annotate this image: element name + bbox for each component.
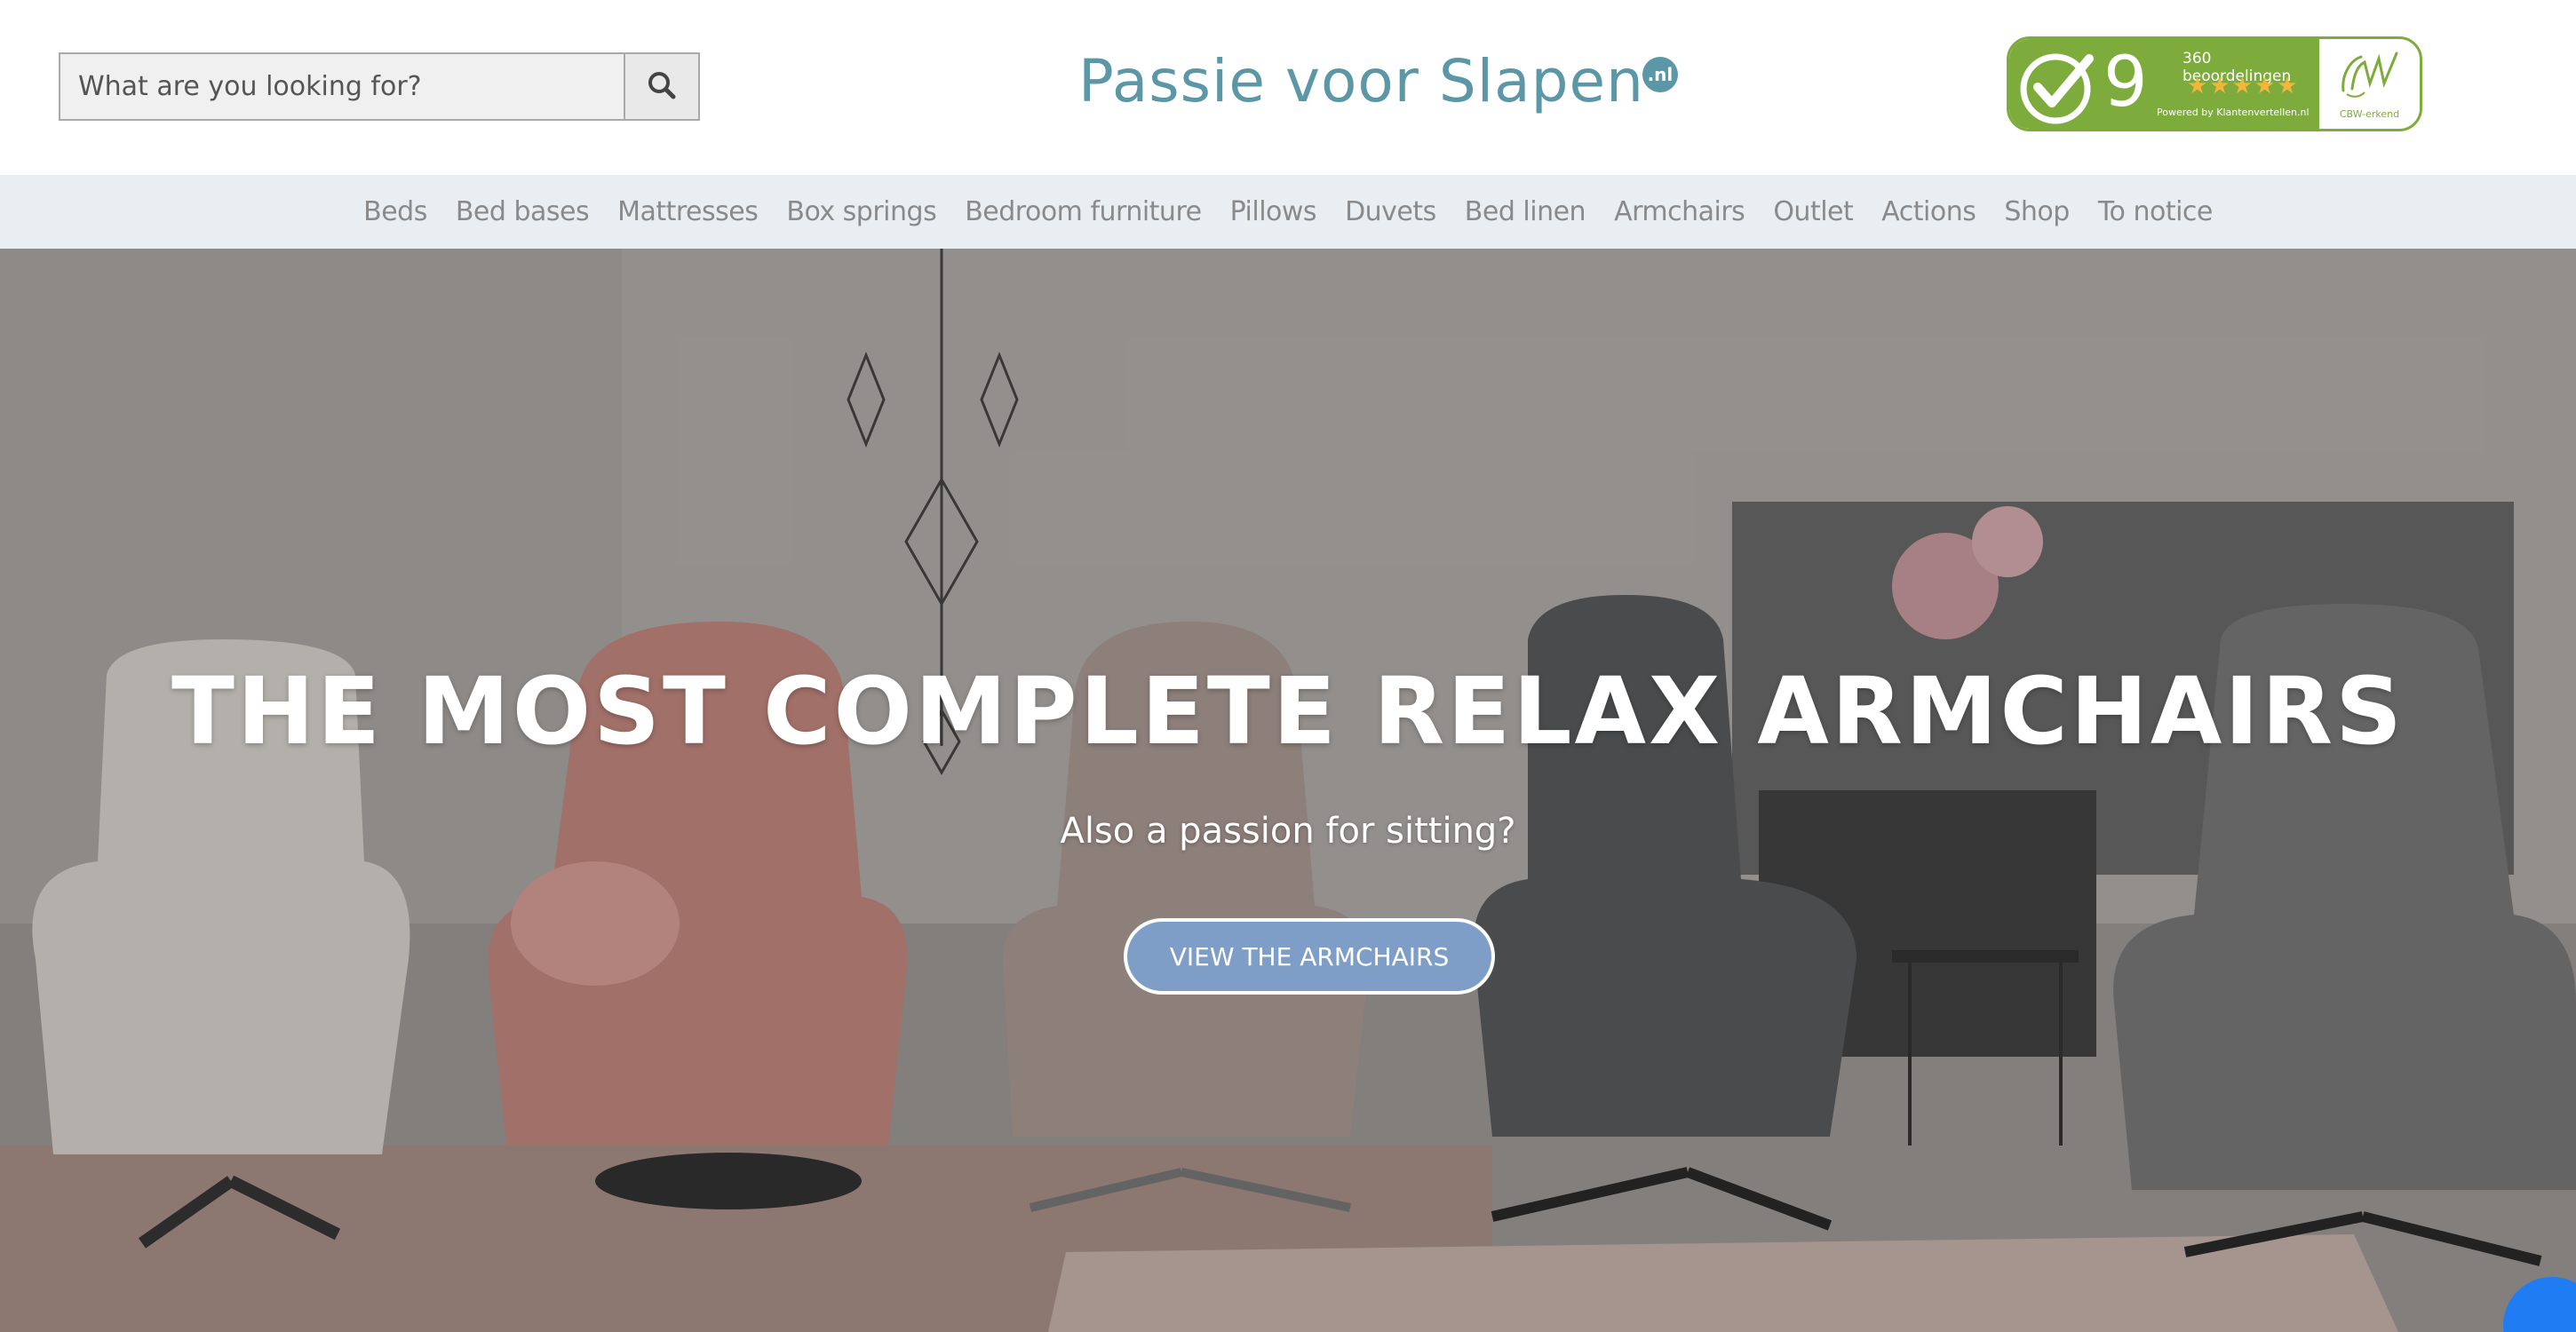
- nav-item-to-notice[interactable]: To notice: [2084, 196, 2227, 227]
- cbw-logo-icon: [2334, 48, 2405, 107]
- review-score: 9: [2103, 43, 2148, 123]
- hero-subtitle: Also a passion for sitting?: [1060, 811, 1516, 852]
- hero-overlay: [0, 249, 2576, 1332]
- hero-title: THE MOST COMPLETE RELAX ARMCHAIRS: [171, 657, 2405, 765]
- cbw-label: CBW-erkend: [2339, 108, 2400, 120]
- nav-item-actions[interactable]: Actions: [1867, 196, 1990, 227]
- site-logo[interactable]: Passie voor Slapen .nl: [1078, 46, 1678, 126]
- nav-item-armchairs[interactable]: Armchairs: [1600, 196, 1759, 227]
- search-input[interactable]: [59, 52, 625, 121]
- nav-item-duvets[interactable]: Duvets: [1331, 196, 1451, 227]
- checkmark-icon: [2018, 48, 2098, 129]
- logo-badge: .nl: [1642, 57, 1678, 92]
- logo-text: Passie voor Slapen: [1078, 47, 1644, 115]
- nav-item-outlet[interactable]: Outlet: [1759, 196, 1867, 227]
- view-armchairs-button[interactable]: VIEW THE ARMCHAIRS: [1124, 918, 1495, 995]
- cbw-badge: CBW-erkend: [2319, 39, 2420, 129]
- nav-item-bedroom-furniture[interactable]: Bedroom furniture: [950, 196, 1215, 227]
- review-score-panel: 9 360 beoordelingen ★★★★★ Powered by Kla…: [2009, 39, 2319, 129]
- search-icon: [647, 70, 677, 104]
- nav-item-shop[interactable]: Shop: [1990, 196, 2083, 227]
- nav-item-box-springs[interactable]: Box springs: [772, 196, 950, 227]
- nav-item-bed-bases[interactable]: Bed bases: [441, 196, 603, 227]
- nav-item-bed-linen[interactable]: Bed linen: [1451, 196, 1600, 227]
- nav-item-pillows[interactable]: Pillows: [1216, 196, 1331, 227]
- hero-banner: THE MOST COMPLETE RELAX ARMCHAIRS Also a…: [0, 249, 2576, 1332]
- star-rating: ★★★★★: [2187, 73, 2300, 99]
- site-header: Passie voor Slapen .nl 9 360 beoordeling…: [0, 0, 2576, 175]
- powered-by: Powered by Klantenvertellen.nl: [2157, 107, 2310, 118]
- search-button[interactable]: [625, 52, 700, 121]
- nav-item-mattresses[interactable]: Mattresses: [603, 196, 772, 227]
- review-widget[interactable]: 9 360 beoordelingen ★★★★★ Powered by Kla…: [2007, 36, 2422, 131]
- nav-item-beds[interactable]: Beds: [349, 196, 441, 227]
- main-nav: Beds Bed bases Mattresses Box springs Be…: [0, 175, 2576, 249]
- search-bar: [59, 52, 700, 121]
